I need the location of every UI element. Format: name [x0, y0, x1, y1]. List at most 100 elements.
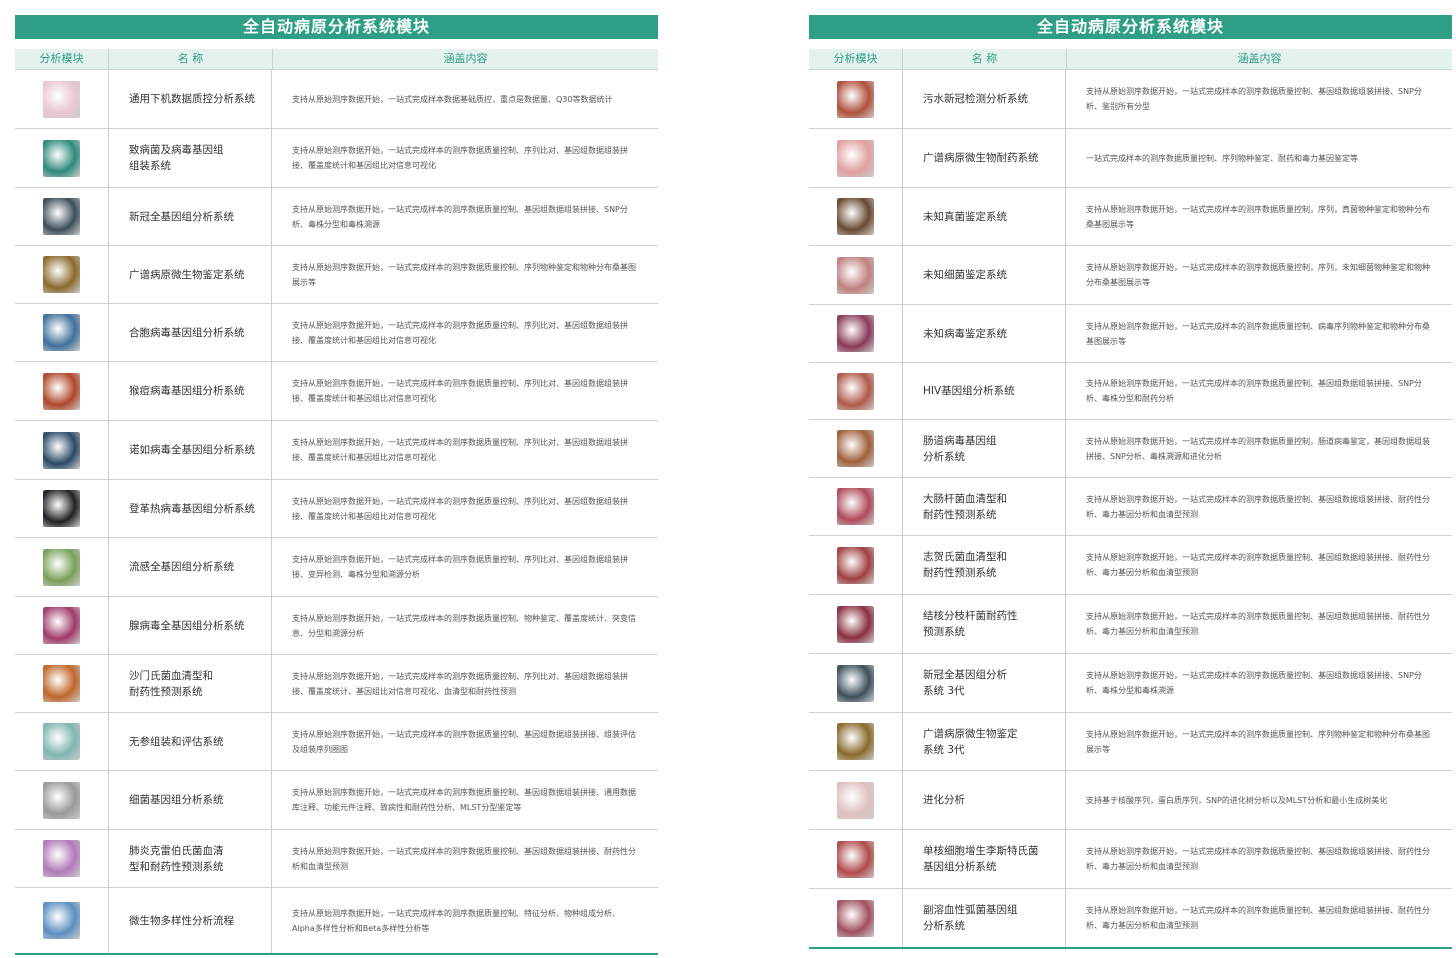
module-name: 广谱病原微生物耐药系统 [903, 129, 1066, 187]
module-name: 新冠全基因组分析 系统 3代 [903, 654, 1066, 712]
module-description: 支持从原始测序数据开始，一站式完成样本的测序数据质量控制、序列比对、基因组数据组… [292, 379, 628, 403]
module-thumbnail-cell [809, 830, 903, 888]
module-thumbnail-cell [15, 597, 109, 654]
table-row: 志贺氏菌血清型和 耐药性预测系统 支持从原始测序数据开始，一站式完成样本的测序数据… [809, 536, 1452, 595]
module-thumbnail-cell [809, 595, 903, 653]
module-name: 副溶血性弧菌基因组 分析系统 [903, 889, 1066, 947]
module-description: 支持从原始测序数据开始，一站式完成样本的测序数据质量控制、特征分析、物种组成分析… [292, 908, 620, 933]
module-name: 未知细菌鉴定系统 [903, 246, 1066, 304]
sewage-virus-image-icon [837, 80, 874, 118]
table-row: 肺炎克雷伯氏菌血清 型和耐药性预测系统 支持从原始测序数据开始，一站式完成样本的测… [15, 830, 658, 888]
module-name: 诺如病毒全基因组分析系统 [109, 421, 272, 479]
table-row: HIV基因组分析系统 支持从原始测序数据开始，一站式完成样本的测序数据质量控制、基… [809, 363, 1452, 420]
mosquito-image-icon [43, 490, 80, 527]
module-description: 支持从原始测序数据开始，一站式完成样本的测序数据质量控制、序列比对、基因组数据组… [292, 146, 628, 170]
module-name: 腺病毒全基因组分析系统 [109, 597, 272, 654]
module-description: 支持从原始测序数据开始，一站式完成样本的测序数据质量控制、序列比对、基因组数据组… [292, 671, 628, 696]
table-row: 合胞病毒基因组分析系统 支持从原始测序数据开始，一站式完成样本的测序数据质量控制、… [15, 304, 658, 362]
module-name: 致病菌及病毒基因组 组装系统 [109, 129, 272, 187]
petri-dish-3g-icon [837, 723, 874, 760]
module-name: 大肠杆菌血清型和 耐药性预测系统 [903, 478, 1066, 535]
table-row: 肠道病毒基因组 分析系统 支持从原始测序数据开始，一站式完成样本的测序数据质量控制… [809, 420, 1452, 478]
bacteria-rod-image-icon [837, 256, 874, 294]
module-name: HIV基因组分析系统 [903, 363, 1066, 419]
module-name: 通用下机数据质控分析系统 [109, 70, 272, 128]
klebsiella-image-icon [43, 840, 80, 877]
phylo-tree-icon [837, 781, 874, 819]
module-thumbnail-cell [15, 362, 109, 420]
salmonella-image-icon [43, 665, 80, 702]
module-description: 支持从原始测序数据开始，一站式完成样本的测序数据质量控制、序列比对、基因组数据组… [292, 438, 628, 462]
panel-title: 全自动病原分析系统模块 [809, 15, 1452, 39]
virus-cluster-image-icon [837, 315, 874, 352]
module-thumbnail-cell [15, 421, 109, 479]
module-name: 微生物多样性分析流程 [109, 888, 272, 953]
table-row: 广谱病原微生物鉴定系统 支持从原始测序数据开始，一站式完成样本的测序数据质量控制、… [15, 246, 658, 304]
qc-chart-icon [43, 80, 80, 118]
module-name: 未知真菌鉴定系统 [903, 188, 1066, 245]
adenovirus-image-icon [43, 607, 80, 644]
module-thumbnail-cell [809, 713, 903, 770]
module-description: 支持从原始测序数据开始，一站式完成样本的测序数据质量控制，序列，未知细菌物种鉴定… [1086, 263, 1430, 287]
right-panel: 全自动病原分析系统模块 分析模块 名 称 涵盖内容 污水新冠检测分析系统 支持从原… [809, 15, 1452, 949]
module-description: 支持基于核酸序列，蛋白质序列，SNP的进化树分析以及MLST分析和最小生成树美化 [1086, 795, 1388, 805]
module-name: 志贺氏菌血清型和 耐药性预测系统 [903, 536, 1066, 594]
module-name: 登革热病毒基因组分析系统 [109, 480, 272, 537]
rsv-image-icon [43, 314, 80, 351]
header-module: 分析模块 [15, 49, 109, 69]
header-name: 名 称 [903, 49, 1067, 69]
module-name: 流感全基因组分析系统 [109, 538, 272, 596]
listeria-image-icon [837, 840, 874, 878]
table-row: 新冠全基因组分析系统 支持从原始测序数据开始，一站式完成样本的测序数据质量控制、基… [15, 188, 658, 246]
table-row: 流感全基因组分析系统 支持从原始测序数据开始，一站式完成样本的测序数据质量控制、序… [15, 538, 658, 597]
table-row: 无参组装和评估系统 支持从原始测序数据开始，一站式完成样本的测序数据质量控制、基因… [15, 713, 658, 771]
header-content: 涵盖内容 [443, 52, 488, 65]
panel-title: 全自动病原分析系统模块 [15, 15, 658, 39]
module-description: 支持从原始测序数据开始，一站式完成样本的测序数据质量控制、基因组数据组装拼接、耐… [1086, 553, 1430, 577]
table-row: 广谱病原微生物鉴定 系统 3代 支持从原始测序数据开始，一站式完成样本的测序数据质… [809, 713, 1452, 771]
table-row: 进化分析 支持基于核酸序列，蛋白质序列，SNP的进化树分析以及MLST分析和最小生… [809, 771, 1452, 830]
module-thumbnail-cell [15, 480, 109, 537]
column-headers: 分析模块 名 称 涵盖内容 [15, 49, 658, 70]
module-description: 支持从原始测序数据开始，一站式完成样本的测序数据质量控制、基因组数据组装拼接、S… [1086, 379, 1422, 403]
module-thumbnail-cell [809, 129, 903, 187]
module-name: 结核分枝杆菌耐药性 预测系统 [903, 595, 1066, 653]
module-thumbnail-cell [809, 188, 903, 245]
module-thumbnail-cell [809, 246, 903, 304]
module-thumbnail-cell [809, 889, 903, 947]
module-description: 支持从原始测序数据开始，一站式完成样本的测序数据质量控制、序列比对、基因组数据组… [292, 555, 628, 579]
module-thumbnail-cell [809, 70, 903, 128]
module-name: 肠道病毒基因组 分析系统 [903, 420, 1066, 477]
column-headers: 分析模块 名 称 涵盖内容 [809, 49, 1452, 70]
module-description: 支持从原始测序数据开始，一站式完成样本的测序数据质量控制、病毒序列物种鉴定和物种… [1086, 321, 1430, 346]
module-thumbnail-cell [809, 654, 903, 712]
fungus-image-icon [837, 198, 874, 235]
module-thumbnail-cell [15, 246, 109, 303]
module-thumbnail-cell [15, 771, 109, 829]
module-description: 支持从原始测序数据开始，一站式完成样本的测序数据质量控制、基因组数据组装拼接、耐… [292, 846, 636, 871]
module-table: 通用下机数据质控分析系统 支持从原始测序数据开始，一站式完成样本数据基础质控，重点… [15, 70, 658, 955]
petri-dish-icon [43, 256, 80, 293]
module-description: 支持从原始测序数据开始，一站式完成样本的测序数据质量控制、基因组数据组装拼接、S… [1086, 671, 1422, 695]
module-name: 未知病毒鉴定系统 [903, 305, 1066, 362]
module-thumbnail-cell [809, 420, 903, 477]
table-row: 新冠全基因组分析 系统 3代 支持从原始测序数据开始，一站式完成样本的测序数据质量… [809, 654, 1452, 713]
ecoli-image-icon [837, 488, 874, 525]
module-name: 猴痘病毒基因组分析系统 [109, 362, 272, 420]
module-name: 进化分析 [903, 771, 1066, 829]
table-row: 副溶血性弧菌基因组 分析系统 支持从原始测序数据开始，一站式完成样本的测序数据质量… [809, 889, 1452, 949]
table-row: 大肠杆菌血清型和 耐药性预测系统 支持从原始测序数据开始，一站式完成样本的测序数据… [809, 478, 1452, 536]
module-thumbnail-cell [809, 771, 903, 829]
shigella-image-icon [837, 546, 874, 584]
module-description: 支持从原始测序数据开始，一站式完成样本的测序数据质量控制、序列物种鉴定和物种分布… [292, 262, 636, 287]
table-row: 微生物多样性分析流程 支持从原始测序数据开始，一站式完成样本的测序数据质量控制、特… [15, 888, 658, 955]
module-name: 肺炎克雷伯氏菌血清 型和耐药性预测系统 [109, 830, 272, 887]
circle-plot-icon [43, 723, 80, 760]
module-name: 沙门氏菌血清型和 耐药性预测系统 [109, 655, 272, 712]
module-thumbnail-cell [809, 305, 903, 362]
module-description: 支持从原始测序数据开始，一站式完成样本的测序数据质量控制、基因组数据组装拼接、耐… [1086, 847, 1430, 871]
module-name: 细菌基因组分析系统 [109, 771, 272, 829]
module-description: 支持从原始测序数据开始，一站式完成样本的测序数据质量控制、序列比对、基因组数据组… [292, 496, 628, 521]
module-description: 支持从原始测序数据开始，一站式完成样本的测序数据质量控制、序列物种鉴定和物种分布… [1086, 729, 1430, 754]
genome-circle-icon [43, 781, 80, 819]
